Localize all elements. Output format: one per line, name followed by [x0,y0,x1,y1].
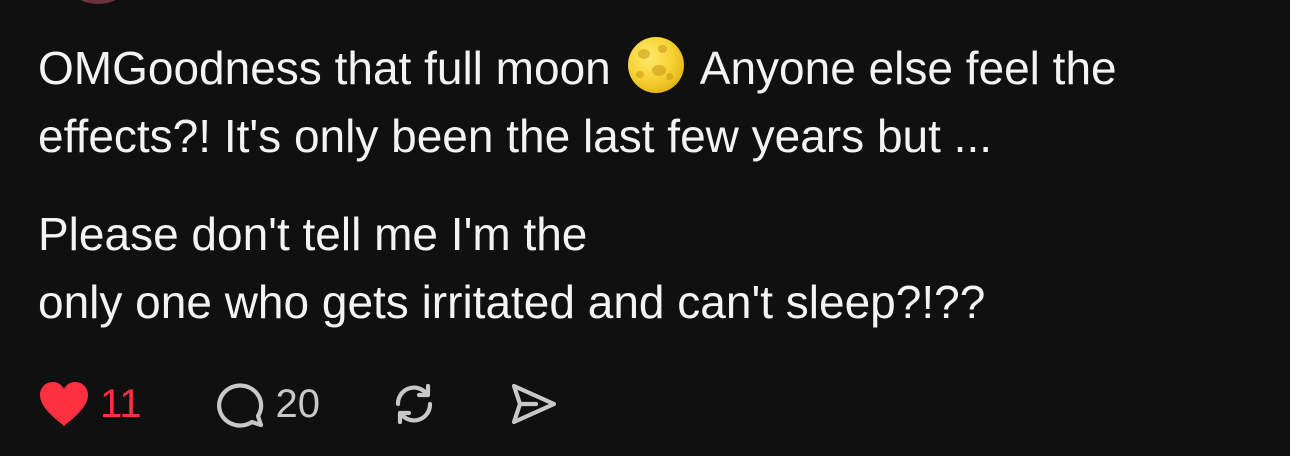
heart-icon[interactable] [36,378,92,430]
repost-button[interactable] [388,378,440,430]
comment-button[interactable]: 20 [212,378,321,430]
post-text: Please don't tell me I'm the [38,208,588,260]
post-line: OMGoodness that full moon Anyone else fe… [38,34,1258,102]
like-count: 11 [100,382,142,426]
post-text: Anyone else feel the [699,42,1117,94]
comment-bubble-icon[interactable] [212,378,268,430]
comment-count: 20 [275,382,321,426]
repost-icon[interactable] [388,378,440,430]
post-text: OMGoodness that full moon [38,42,611,94]
share-button[interactable] [506,378,560,430]
post-paragraph-1: OMGoodness that full moon Anyone else fe… [38,34,1258,170]
post-paragraph-2: Please don't tell me I'm the only one wh… [38,200,1258,336]
full-moon-emoji [627,37,684,93]
avatar[interactable] [70,0,126,4]
post-text: effects?! It's only been the last few ye… [38,110,993,162]
post-body: OMGoodness that full moon Anyone else fe… [38,34,1258,336]
post-actions: 11 20 [36,378,560,430]
share-send-icon[interactable] [506,378,560,430]
post-text: only one who gets irritated and can't sl… [38,276,986,328]
like-button[interactable]: 11 [36,378,142,430]
